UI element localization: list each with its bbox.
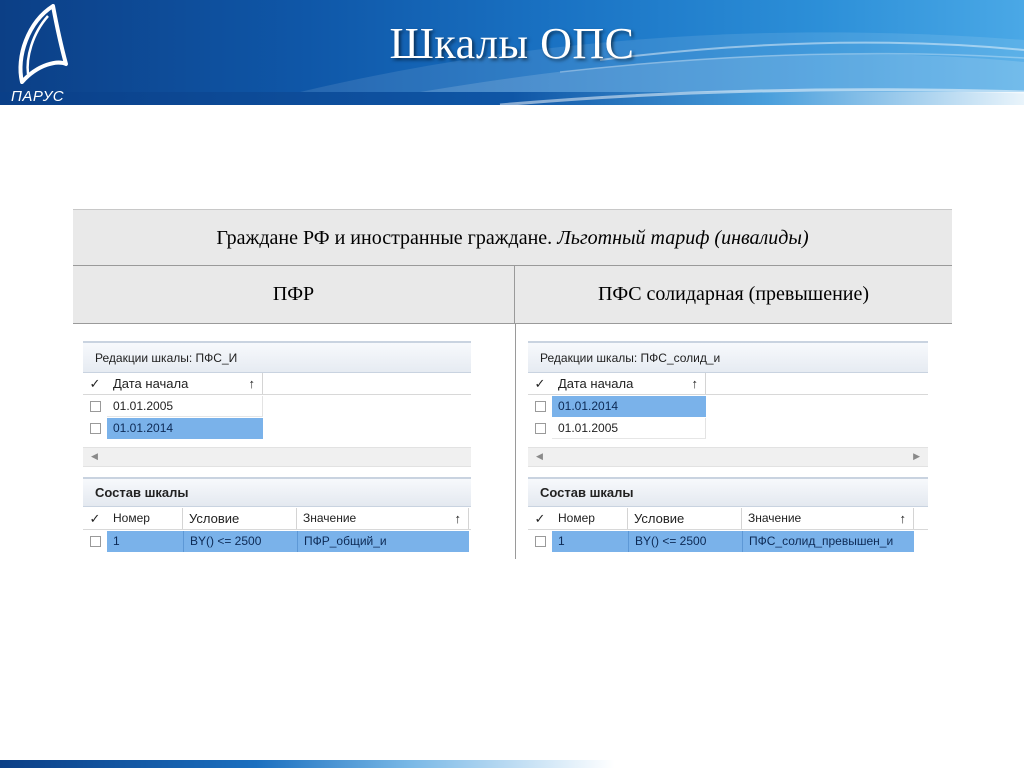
horizontal-scrollbar[interactable]: ◀	[83, 447, 471, 467]
version-row-selected[interactable]: 01.01.2014	[528, 396, 706, 417]
row-checkbox[interactable]	[90, 536, 101, 547]
composition-row[interactable]: 1 BY() <= 2500 ПФС_солид_превышен_и	[528, 531, 914, 552]
row-checkbox[interactable]	[535, 423, 546, 434]
version-row-selected[interactable]: 01.01.2014	[83, 418, 263, 439]
composition-value: ПФС_солид_превышен_и	[742, 531, 914, 552]
row-checkbox[interactable]	[90, 423, 101, 434]
scale-panel-pfs: Редакции шкалы: ПФС_солид_и ✓ Дата начал…	[528, 341, 928, 556]
versions-grid-header: ✓ Дата начала ↑	[83, 373, 471, 395]
column-divider	[515, 324, 516, 559]
condition-column-header[interactable]: Условие	[183, 508, 297, 529]
version-date: 01.01.2005	[107, 396, 263, 417]
version-date: 01.01.2005	[552, 418, 706, 439]
composition-condition: BY() <= 2500	[628, 531, 742, 552]
composition-grid-header: ✓ Номер Условие Значение ↑	[83, 508, 471, 530]
footer-strip	[0, 760, 1024, 768]
scale-panel-pfr: Редакции шкалы: ПФС_И ✓ Дата начала ↑ 01…	[83, 341, 471, 556]
versions-title: Редакции шкалы: ПФС_солид_и	[528, 341, 928, 373]
sort-arrow-icon: ↑	[248, 376, 256, 391]
versions-grid-header: ✓ Дата начала ↑	[528, 373, 928, 395]
value-column-header[interactable]: Значение ↑	[742, 508, 914, 529]
composition-grid-header: ✓ Номер Условие Значение ↑	[528, 508, 928, 530]
comparison-caption: Граждане РФ и иностранные граждане. Льго…	[73, 209, 952, 266]
version-row[interactable]: 01.01.2005	[528, 418, 706, 439]
caption-normal: Граждане РФ и иностранные граждане.	[216, 227, 553, 249]
sort-arrow-icon: ↑	[454, 511, 462, 526]
number-column-header[interactable]: Номер	[552, 508, 628, 529]
value-column-label: Значение	[748, 511, 802, 525]
versions-title: Редакции шкалы: ПФС_И	[83, 341, 471, 373]
number-column-header[interactable]: Номер	[107, 508, 183, 529]
date-column-label: Дата начала	[558, 376, 634, 391]
sort-arrow-icon: ↑	[691, 376, 699, 391]
check-column-header[interactable]: ✓	[528, 508, 552, 529]
column-header-pfr: ПФР	[73, 266, 515, 324]
date-column-header[interactable]: Дата начала ↑	[552, 373, 706, 394]
check-column-header[interactable]: ✓	[83, 373, 107, 394]
date-column-header[interactable]: Дата начала ↑	[107, 373, 263, 394]
date-column-label: Дата начала	[113, 376, 189, 391]
composition-condition: BY() <= 2500	[183, 531, 297, 552]
sort-arrow-icon: ↑	[899, 511, 907, 526]
check-column-header[interactable]: ✓	[83, 508, 107, 529]
page-title: Шкалы ОПС	[389, 19, 635, 68]
composition-number: 1	[107, 531, 183, 552]
column-header-pfs: ПФС солидарная (превышение)	[515, 266, 952, 324]
row-checkbox[interactable]	[535, 401, 546, 412]
composition-title: Состав шкалы	[83, 477, 471, 507]
version-row[interactable]: 01.01.2005	[83, 396, 263, 417]
value-column-header[interactable]: Значение ↑	[297, 508, 469, 529]
scroll-left-icon[interactable]: ◀	[536, 451, 543, 462]
scroll-right-icon[interactable]: ▶	[913, 451, 920, 462]
check-column-header[interactable]: ✓	[528, 373, 552, 394]
row-checkbox[interactable]	[535, 536, 546, 547]
version-date: 01.01.2014	[552, 396, 706, 417]
horizontal-scrollbar[interactable]: ◀ ▶	[528, 447, 928, 467]
version-date: 01.01.2014	[107, 418, 263, 439]
composition-value: ПФР_общий_и	[297, 531, 469, 552]
condition-column-header[interactable]: Условие	[628, 508, 742, 529]
value-column-label: Значение	[303, 511, 357, 525]
composition-title: Состав шкалы	[528, 477, 928, 507]
row-checkbox[interactable]	[90, 401, 101, 412]
logo-text: ПАРУС	[11, 88, 65, 105]
composition-number: 1	[552, 531, 628, 552]
scroll-left-icon[interactable]: ◀	[91, 451, 98, 462]
composition-row[interactable]: 1 BY() <= 2500 ПФР_общий_и	[83, 531, 469, 552]
caption-italic: Льготный тариф (инвалиды)	[557, 227, 809, 249]
header-banner: ПАРУС Шкалы ОПС	[0, 0, 1024, 105]
